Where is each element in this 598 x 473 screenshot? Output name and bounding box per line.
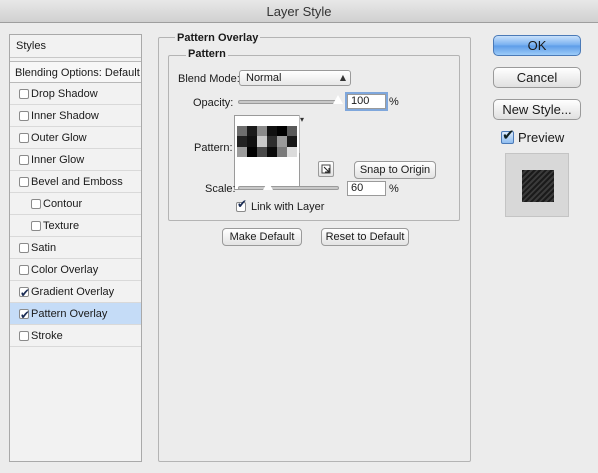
- style-item-label: Inner Glow: [31, 154, 85, 166]
- style-item-bevel-emboss[interactable]: Bevel and Emboss: [10, 171, 141, 193]
- style-item-label: Inner Shadow: [31, 110, 99, 122]
- opacity-input[interactable]: 100: [345, 92, 388, 111]
- style-item-contour[interactable]: Contour: [10, 193, 141, 215]
- link-with-layer-row[interactable]: Link with Layer: [236, 197, 325, 213]
- styles-header[interactable]: Styles: [10, 35, 141, 58]
- style-item-label: Color Overlay: [31, 264, 99, 276]
- color-overlay-checkbox[interactable]: [19, 265, 29, 275]
- style-item-label: Stroke: [31, 330, 63, 342]
- preview-toggle[interactable]: Preview: [501, 126, 564, 145]
- cancel-button[interactable]: Cancel: [493, 67, 581, 88]
- opacity-label: Opacity:: [193, 97, 234, 109]
- satin-checkbox[interactable]: [19, 243, 29, 253]
- new-preset-icon: [321, 164, 331, 174]
- pattern-picker[interactable]: [234, 115, 300, 190]
- reset-to-default-button[interactable]: Reset to Default: [321, 228, 409, 246]
- subgroup-title: Pattern: [186, 48, 228, 60]
- style-item-label: Satin: [31, 242, 57, 254]
- opacity-slider[interactable]: [238, 100, 341, 104]
- style-item-pattern-overlay[interactable]: Pattern Overlay: [10, 303, 141, 326]
- link-with-layer-label: Link with Layer: [251, 201, 325, 213]
- style-item-outer-glow[interactable]: Outer Glow: [10, 127, 141, 149]
- style-item-color-overlay[interactable]: Color Overlay: [10, 259, 141, 281]
- bevel-emboss-checkbox[interactable]: [19, 177, 29, 187]
- opacity-slider-thumb[interactable]: [332, 94, 344, 105]
- group-title: Pattern Overlay: [175, 32, 261, 44]
- style-item-label: Texture: [43, 220, 80, 232]
- style-item-label: Outer Glow: [31, 132, 87, 144]
- snap-to-origin-button[interactable]: Snap to Origin: [354, 161, 436, 179]
- style-item-label: Contour: [43, 198, 83, 210]
- link-with-layer-checkbox[interactable]: [236, 197, 247, 212]
- blend-mode-value: Normal: [246, 72, 282, 84]
- gradient-overlay-checkbox[interactable]: [19, 282, 30, 304]
- blend-mode-label: Blend Mode:: [178, 73, 240, 85]
- drop-shadow-checkbox[interactable]: [19, 89, 29, 99]
- style-item-inner-glow[interactable]: Inner Glow: [10, 149, 141, 171]
- style-item-label: Gradient Overlay: [31, 286, 115, 298]
- new-preset-button[interactable]: [318, 161, 334, 177]
- style-item-satin[interactable]: Satin: [10, 237, 141, 259]
- blend-mode-select[interactable]: Normal ▲: [239, 70, 351, 86]
- style-item-stroke[interactable]: Stroke: [10, 325, 141, 347]
- pattern-label: Pattern:: [194, 142, 233, 154]
- pattern-swatch: [237, 126, 297, 157]
- window-title: Layer Style: [0, 0, 598, 23]
- texture-checkbox[interactable]: [31, 221, 41, 231]
- style-item-label: Bevel and Emboss: [31, 176, 123, 188]
- scale-input[interactable]: 60: [347, 181, 386, 196]
- scale-unit: %: [389, 183, 399, 195]
- scale-label: Scale:: [205, 183, 236, 195]
- outer-glow-checkbox[interactable]: [19, 133, 29, 143]
- pattern-menu-triangle-icon[interactable]: ▾: [299, 115, 305, 153]
- style-item-inner-shadow[interactable]: Inner Shadow: [10, 105, 141, 127]
- make-default-button[interactable]: Make Default: [222, 228, 302, 246]
- style-item-drop-shadow[interactable]: Drop Shadow: [10, 83, 141, 105]
- inner-shadow-checkbox[interactable]: [19, 111, 29, 121]
- preview-swatch: [522, 170, 554, 202]
- new-style-button[interactable]: New Style...: [493, 99, 581, 120]
- ok-button[interactable]: OK: [493, 35, 581, 56]
- style-item-label: Drop Shadow: [31, 88, 98, 100]
- scale-slider-thumb[interactable]: [262, 180, 274, 191]
- scale-slider[interactable]: [238, 186, 339, 190]
- style-preview: [505, 153, 569, 217]
- style-item-gradient-overlay[interactable]: Gradient Overlay: [10, 281, 141, 304]
- style-item-texture[interactable]: Texture: [10, 215, 141, 237]
- blending-options-item[interactable]: Blending Options: Default: [10, 61, 141, 83]
- inner-glow-checkbox[interactable]: [19, 155, 29, 165]
- contour-checkbox[interactable]: [31, 199, 41, 209]
- updown-arrows-icon: ▲: [339, 73, 346, 82]
- preview-checkbox[interactable]: [501, 126, 515, 144]
- style-item-label: Pattern Overlay: [31, 308, 108, 320]
- stroke-checkbox[interactable]: [19, 331, 29, 341]
- pattern-overlay-checkbox[interactable]: [19, 304, 30, 326]
- styles-list: Styles Blending Options: Default Drop Sh…: [9, 34, 142, 462]
- opacity-unit: %: [389, 96, 399, 108]
